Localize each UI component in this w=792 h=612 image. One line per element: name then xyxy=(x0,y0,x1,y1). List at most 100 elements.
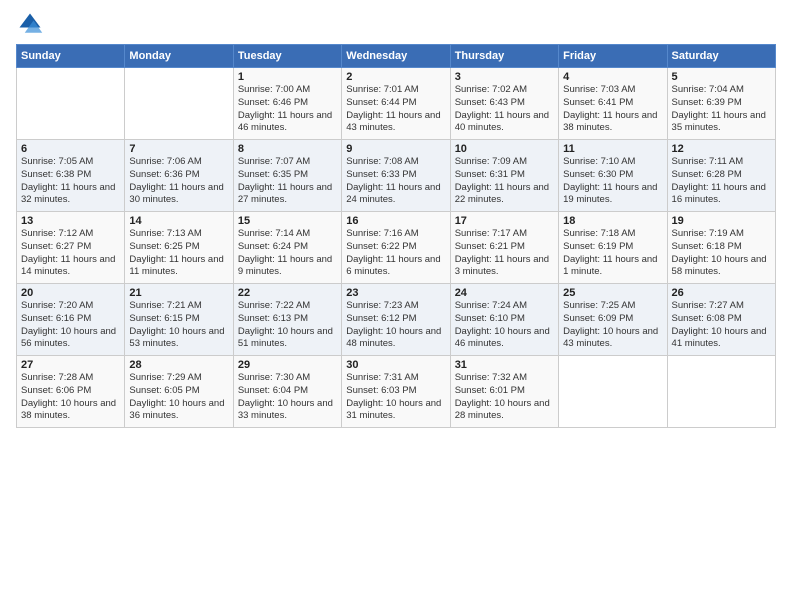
calendar-cell: 11Sunrise: 7:10 AMSunset: 6:30 PMDayligh… xyxy=(559,140,667,212)
day-number: 4 xyxy=(563,71,662,83)
calendar-week-row: 20Sunrise: 7:20 AMSunset: 6:16 PMDayligh… xyxy=(17,284,776,356)
weekday-header: Friday xyxy=(559,45,667,68)
day-info: Sunrise: 7:03 AMSunset: 6:41 PMDaylight:… xyxy=(563,84,662,135)
calendar-cell: 24Sunrise: 7:24 AMSunset: 6:10 PMDayligh… xyxy=(450,284,558,356)
day-info: Sunrise: 7:18 AMSunset: 6:19 PMDaylight:… xyxy=(563,228,662,279)
day-info: Sunrise: 7:01 AMSunset: 6:44 PMDaylight:… xyxy=(346,84,445,135)
day-number: 16 xyxy=(346,215,445,227)
day-number: 6 xyxy=(21,143,120,155)
day-info: Sunrise: 7:07 AMSunset: 6:35 PMDaylight:… xyxy=(238,156,337,207)
calendar-cell: 19Sunrise: 7:19 AMSunset: 6:18 PMDayligh… xyxy=(667,212,775,284)
calendar-cell: 7Sunrise: 7:06 AMSunset: 6:36 PMDaylight… xyxy=(125,140,233,212)
calendar-cell: 22Sunrise: 7:22 AMSunset: 6:13 PMDayligh… xyxy=(233,284,341,356)
day-number: 17 xyxy=(455,215,554,227)
day-number: 25 xyxy=(563,287,662,299)
day-info: Sunrise: 7:05 AMSunset: 6:38 PMDaylight:… xyxy=(21,156,120,207)
day-number: 2 xyxy=(346,71,445,83)
day-info: Sunrise: 7:25 AMSunset: 6:09 PMDaylight:… xyxy=(563,300,662,351)
day-info: Sunrise: 7:00 AMSunset: 6:46 PMDaylight:… xyxy=(238,84,337,135)
day-number: 9 xyxy=(346,143,445,155)
calendar-cell: 8Sunrise: 7:07 AMSunset: 6:35 PMDaylight… xyxy=(233,140,341,212)
day-info: Sunrise: 7:12 AMSunset: 6:27 PMDaylight:… xyxy=(21,228,120,279)
calendar-cell: 26Sunrise: 7:27 AMSunset: 6:08 PMDayligh… xyxy=(667,284,775,356)
weekday-header: Wednesday xyxy=(342,45,450,68)
calendar-cell: 20Sunrise: 7:20 AMSunset: 6:16 PMDayligh… xyxy=(17,284,125,356)
calendar-cell: 12Sunrise: 7:11 AMSunset: 6:28 PMDayligh… xyxy=(667,140,775,212)
day-number: 28 xyxy=(129,359,228,371)
day-info: Sunrise: 7:13 AMSunset: 6:25 PMDaylight:… xyxy=(129,228,228,279)
day-info: Sunrise: 7:02 AMSunset: 6:43 PMDaylight:… xyxy=(455,84,554,135)
calendar-cell xyxy=(125,68,233,140)
calendar-cell: 25Sunrise: 7:25 AMSunset: 6:09 PMDayligh… xyxy=(559,284,667,356)
calendar-cell: 27Sunrise: 7:28 AMSunset: 6:06 PMDayligh… xyxy=(17,356,125,428)
day-info: Sunrise: 7:30 AMSunset: 6:04 PMDaylight:… xyxy=(238,372,337,423)
day-number: 11 xyxy=(563,143,662,155)
day-number: 15 xyxy=(238,215,337,227)
day-number: 13 xyxy=(21,215,120,227)
day-number: 26 xyxy=(672,287,771,299)
day-number: 21 xyxy=(129,287,228,299)
day-number: 3 xyxy=(455,71,554,83)
calendar-cell: 21Sunrise: 7:21 AMSunset: 6:15 PMDayligh… xyxy=(125,284,233,356)
calendar-cell: 1Sunrise: 7:00 AMSunset: 6:46 PMDaylight… xyxy=(233,68,341,140)
calendar-cell: 5Sunrise: 7:04 AMSunset: 6:39 PMDaylight… xyxy=(667,68,775,140)
day-info: Sunrise: 7:24 AMSunset: 6:10 PMDaylight:… xyxy=(455,300,554,351)
day-info: Sunrise: 7:27 AMSunset: 6:08 PMDaylight:… xyxy=(672,300,771,351)
calendar-cell: 17Sunrise: 7:17 AMSunset: 6:21 PMDayligh… xyxy=(450,212,558,284)
day-info: Sunrise: 7:19 AMSunset: 6:18 PMDaylight:… xyxy=(672,228,771,279)
calendar-week-row: 27Sunrise: 7:28 AMSunset: 6:06 PMDayligh… xyxy=(17,356,776,428)
calendar-cell: 9Sunrise: 7:08 AMSunset: 6:33 PMDaylight… xyxy=(342,140,450,212)
day-number: 29 xyxy=(238,359,337,371)
day-number: 12 xyxy=(672,143,771,155)
calendar-cell: 14Sunrise: 7:13 AMSunset: 6:25 PMDayligh… xyxy=(125,212,233,284)
calendar-cell: 4Sunrise: 7:03 AMSunset: 6:41 PMDaylight… xyxy=(559,68,667,140)
day-info: Sunrise: 7:31 AMSunset: 6:03 PMDaylight:… xyxy=(346,372,445,423)
day-info: Sunrise: 7:11 AMSunset: 6:28 PMDaylight:… xyxy=(672,156,771,207)
calendar-cell: 13Sunrise: 7:12 AMSunset: 6:27 PMDayligh… xyxy=(17,212,125,284)
day-info: Sunrise: 7:29 AMSunset: 6:05 PMDaylight:… xyxy=(129,372,228,423)
calendar-cell: 6Sunrise: 7:05 AMSunset: 6:38 PMDaylight… xyxy=(17,140,125,212)
calendar-cell: 3Sunrise: 7:02 AMSunset: 6:43 PMDaylight… xyxy=(450,68,558,140)
day-info: Sunrise: 7:09 AMSunset: 6:31 PMDaylight:… xyxy=(455,156,554,207)
day-number: 10 xyxy=(455,143,554,155)
day-number: 7 xyxy=(129,143,228,155)
day-number: 20 xyxy=(21,287,120,299)
day-number: 18 xyxy=(563,215,662,227)
calendar-body: 1Sunrise: 7:00 AMSunset: 6:46 PMDaylight… xyxy=(17,68,776,428)
day-info: Sunrise: 7:20 AMSunset: 6:16 PMDaylight:… xyxy=(21,300,120,351)
calendar-cell: 29Sunrise: 7:30 AMSunset: 6:04 PMDayligh… xyxy=(233,356,341,428)
calendar-week-row: 13Sunrise: 7:12 AMSunset: 6:27 PMDayligh… xyxy=(17,212,776,284)
day-number: 5 xyxy=(672,71,771,83)
calendar-header: SundayMondayTuesdayWednesdayThursdayFrid… xyxy=(17,45,776,68)
calendar-table: SundayMondayTuesdayWednesdayThursdayFrid… xyxy=(16,44,776,428)
calendar-cell: 15Sunrise: 7:14 AMSunset: 6:24 PMDayligh… xyxy=(233,212,341,284)
weekday-header: Saturday xyxy=(667,45,775,68)
calendar-cell: 2Sunrise: 7:01 AMSunset: 6:44 PMDaylight… xyxy=(342,68,450,140)
day-info: Sunrise: 7:17 AMSunset: 6:21 PMDaylight:… xyxy=(455,228,554,279)
calendar-cell: 30Sunrise: 7:31 AMSunset: 6:03 PMDayligh… xyxy=(342,356,450,428)
weekday-header: Sunday xyxy=(17,45,125,68)
day-number: 22 xyxy=(238,287,337,299)
page: SundayMondayTuesdayWednesdayThursdayFrid… xyxy=(0,0,792,438)
calendar-cell xyxy=(559,356,667,428)
day-number: 19 xyxy=(672,215,771,227)
day-info: Sunrise: 7:32 AMSunset: 6:01 PMDaylight:… xyxy=(455,372,554,423)
logo-icon xyxy=(16,10,44,38)
logo xyxy=(16,10,48,38)
day-number: 8 xyxy=(238,143,337,155)
day-info: Sunrise: 7:04 AMSunset: 6:39 PMDaylight:… xyxy=(672,84,771,135)
day-info: Sunrise: 7:22 AMSunset: 6:13 PMDaylight:… xyxy=(238,300,337,351)
day-info: Sunrise: 7:08 AMSunset: 6:33 PMDaylight:… xyxy=(346,156,445,207)
calendar-cell: 10Sunrise: 7:09 AMSunset: 6:31 PMDayligh… xyxy=(450,140,558,212)
calendar-cell: 31Sunrise: 7:32 AMSunset: 6:01 PMDayligh… xyxy=(450,356,558,428)
weekday-header: Tuesday xyxy=(233,45,341,68)
day-info: Sunrise: 7:10 AMSunset: 6:30 PMDaylight:… xyxy=(563,156,662,207)
day-number: 30 xyxy=(346,359,445,371)
day-number: 1 xyxy=(238,71,337,83)
calendar-week-row: 1Sunrise: 7:00 AMSunset: 6:46 PMDaylight… xyxy=(17,68,776,140)
calendar-cell xyxy=(17,68,125,140)
day-number: 24 xyxy=(455,287,554,299)
day-number: 31 xyxy=(455,359,554,371)
header xyxy=(16,10,776,38)
day-info: Sunrise: 7:14 AMSunset: 6:24 PMDaylight:… xyxy=(238,228,337,279)
